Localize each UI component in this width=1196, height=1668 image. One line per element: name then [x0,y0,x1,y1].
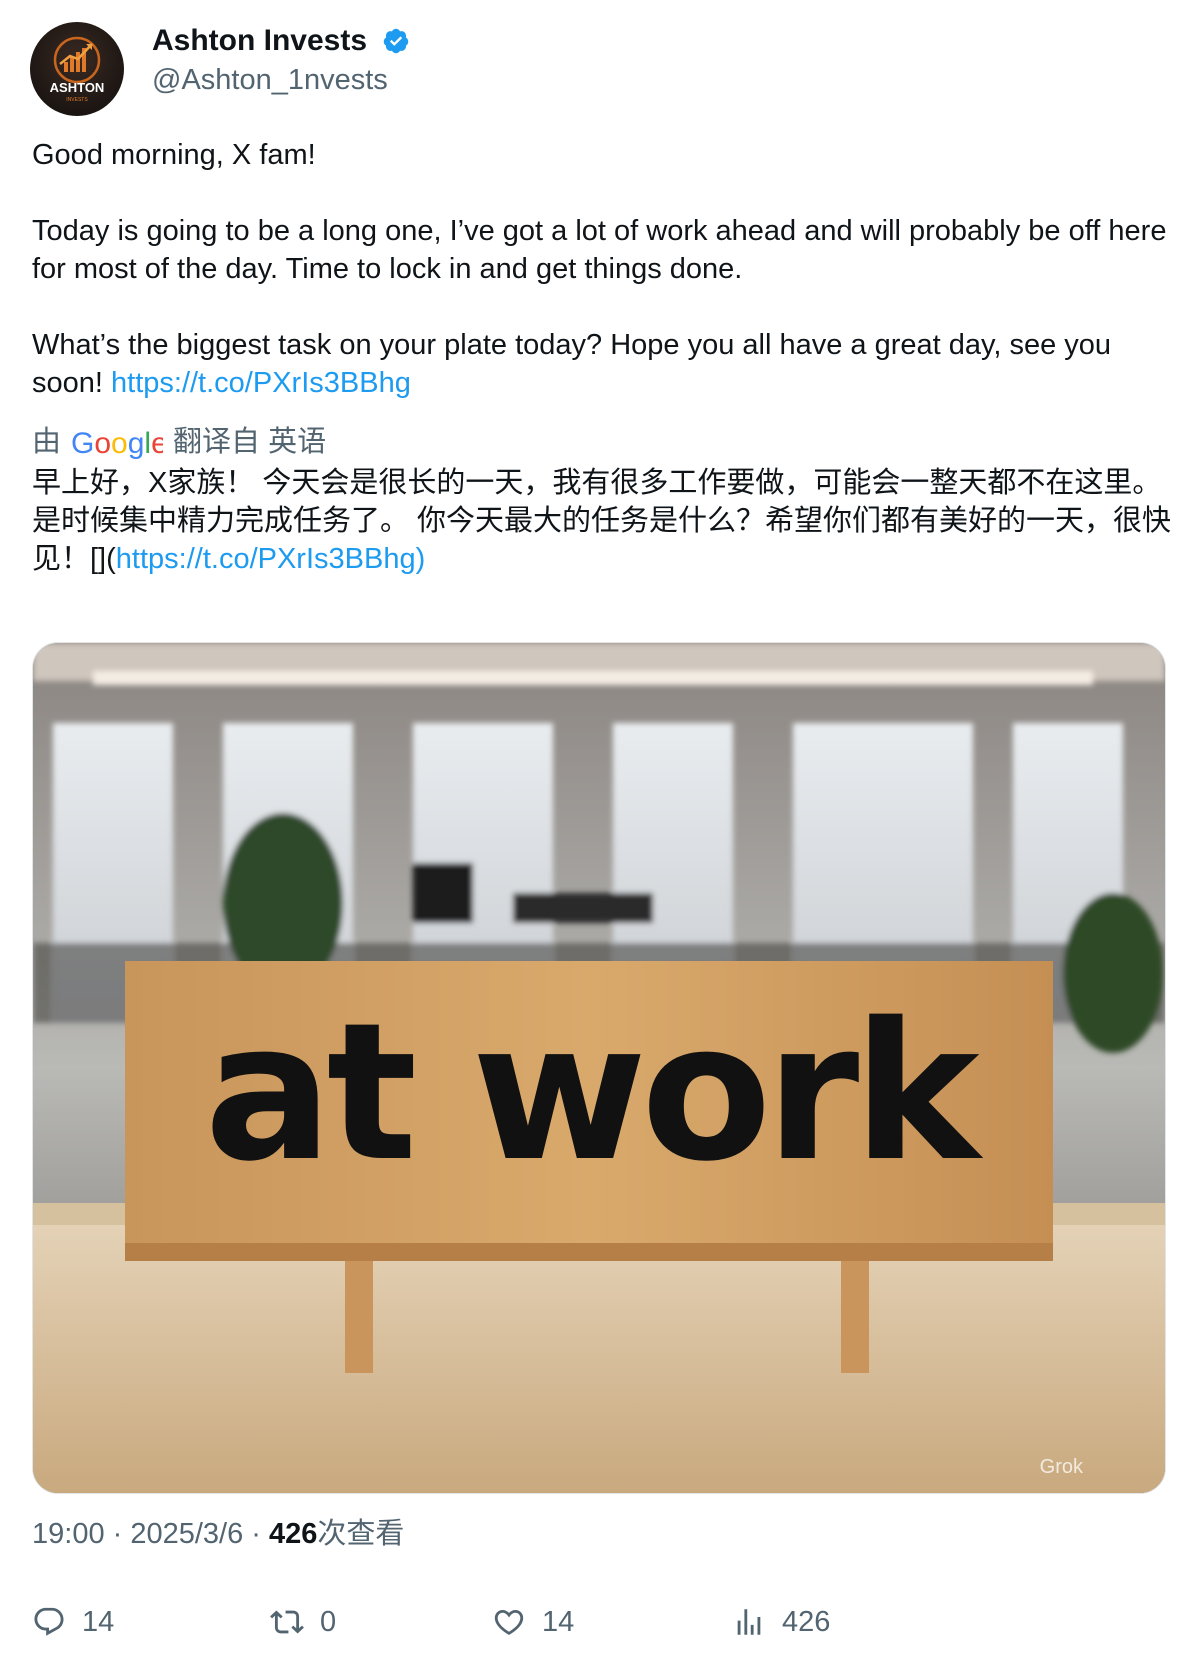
repost-button[interactable]: 0 [270,1600,336,1644]
action-bar: 14 0 14 426 [32,1600,1164,1644]
tweet-time[interactable]: 19:00 [32,1518,105,1550]
repost-icon [270,1610,304,1634]
like-button[interactable]: 14 [492,1600,574,1644]
repost-count: 0 [320,1605,337,1638]
meta-separator: · [243,1518,270,1550]
tweet-date[interactable]: 2025/3/6 [130,1518,243,1550]
reply-icon [34,1607,64,1636]
tweet-text: Good morning, X fam! Today is going to b… [32,136,1172,402]
views-label: 次查看 [317,1518,405,1550]
sign-text: at work [204,982,983,1203]
heart-icon [494,1609,524,1635]
tweet-paragraph-2: Today is going to be a long one, I’ve go… [32,215,1167,285]
grok-watermark: Grok [1040,1456,1084,1478]
tweet-header: ASHTON INVESTS Ashton Invests @Ashton_1n… [30,22,1130,122]
avatar-subtext: INVESTS [66,97,88,103]
author-name[interactable]: Ashton Invests [152,22,367,60]
tweet-image[interactable]: at work Grok [32,642,1166,1494]
views-count: 426 [269,1518,318,1550]
reply-button[interactable]: 14 [32,1600,114,1644]
avatar-text: ASHTON [50,80,105,95]
author-handle[interactable]: @Ashton_1nvests [152,60,410,100]
verified-badge-icon [383,28,408,54]
tweet-line-1: Good morning, X fam! [32,139,316,171]
google-logo-icon: Google [71,427,163,460]
tweet-link[interactable]: https://t.co/PXrIs3BBhg [111,367,411,399]
bar-chart-icon [737,1609,761,1635]
views-button[interactable]: 426 [732,1600,830,1644]
avatar[interactable]: ASHTON INVESTS [30,22,124,116]
translation-suffix: 翻译自 英语 [173,426,327,458]
translated-text: 早上好，X家族！ 今天会是很长的一天，我有很多工作要做，可能会一整天都不在这里。… [32,464,1172,578]
translation-prefix: 由 [32,426,62,458]
author-block: Ashton Invests @Ashton_1nvests [152,22,410,100]
meta-separator: · [104,1518,131,1550]
like-count: 14 [542,1605,575,1638]
translation-attribution: 由 Google 翻译自 英语 [32,420,326,464]
translated-link[interactable]: https://t.co/PXrIs3BBhg) [116,543,425,575]
tweet-paragraph-3: What’s the biggest task on your plate to… [32,326,1172,402]
views-action-count: 426 [782,1605,831,1638]
tweet-meta: 19:00 · 2025/3/6 · 426次查看 [32,1512,404,1556]
svg-text:Google: Google [71,427,163,460]
reply-count: 14 [82,1605,115,1638]
